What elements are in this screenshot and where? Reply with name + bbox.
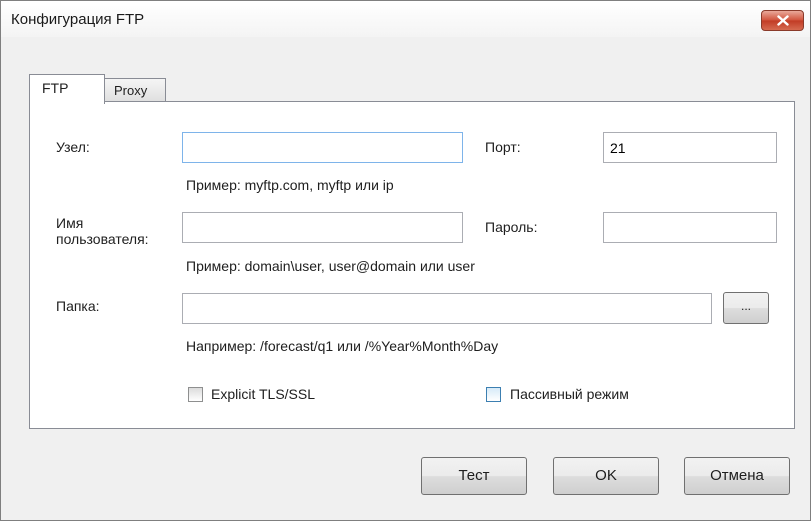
folder-input[interactable] (182, 293, 712, 324)
cancel-button[interactable]: Отмена (684, 457, 790, 495)
passive-mode-checkbox[interactable] (486, 387, 501, 402)
browse-folder-button[interactable]: ... (723, 292, 769, 324)
tab-ftp-label: FTP (42, 80, 69, 96)
host-input[interactable] (182, 132, 463, 163)
tab-proxy[interactable]: Proxy (104, 78, 166, 102)
username-input[interactable] (182, 212, 463, 243)
tab-ftp[interactable]: FTP (29, 74, 105, 104)
user-label-line2: пользователя: (56, 231, 149, 247)
ftp-config-dialog: Конфигурация FTP FTP Proxy Узел: Пример:… (0, 0, 811, 521)
user-label-line1: Имя (56, 215, 84, 231)
user-label: Имя пользователя: (56, 215, 149, 247)
password-input[interactable] (603, 212, 777, 243)
folder-label: Папка: (56, 298, 100, 314)
host-hint: Пример: myftp.com, myftp или ip (186, 177, 394, 193)
port-input[interactable] (603, 132, 777, 163)
password-label: Пароль: (485, 219, 538, 235)
close-button[interactable] (761, 10, 804, 31)
test-button[interactable]: Тест (421, 457, 527, 495)
port-label: Порт: (485, 139, 521, 155)
passive-mode-label[interactable]: Пассивный режим (510, 386, 629, 402)
ok-button[interactable]: OK (553, 457, 659, 495)
title-bar: Конфигурация FTP (1, 1, 810, 37)
close-icon (777, 15, 789, 26)
window-title: Конфигурация FTP (11, 11, 145, 28)
tab-proxy-label: Proxy (114, 83, 148, 98)
explicit-tls-checkbox[interactable] (188, 387, 203, 402)
host-label: Узел: (56, 139, 90, 155)
username-hint: Пример: domain\user, user@domain или use… (186, 258, 475, 274)
folder-hint: Например: /forecast/q1 или /%Year%Month%… (186, 338, 499, 354)
explicit-tls-label[interactable]: Explicit TLS/SSL (211, 386, 315, 402)
